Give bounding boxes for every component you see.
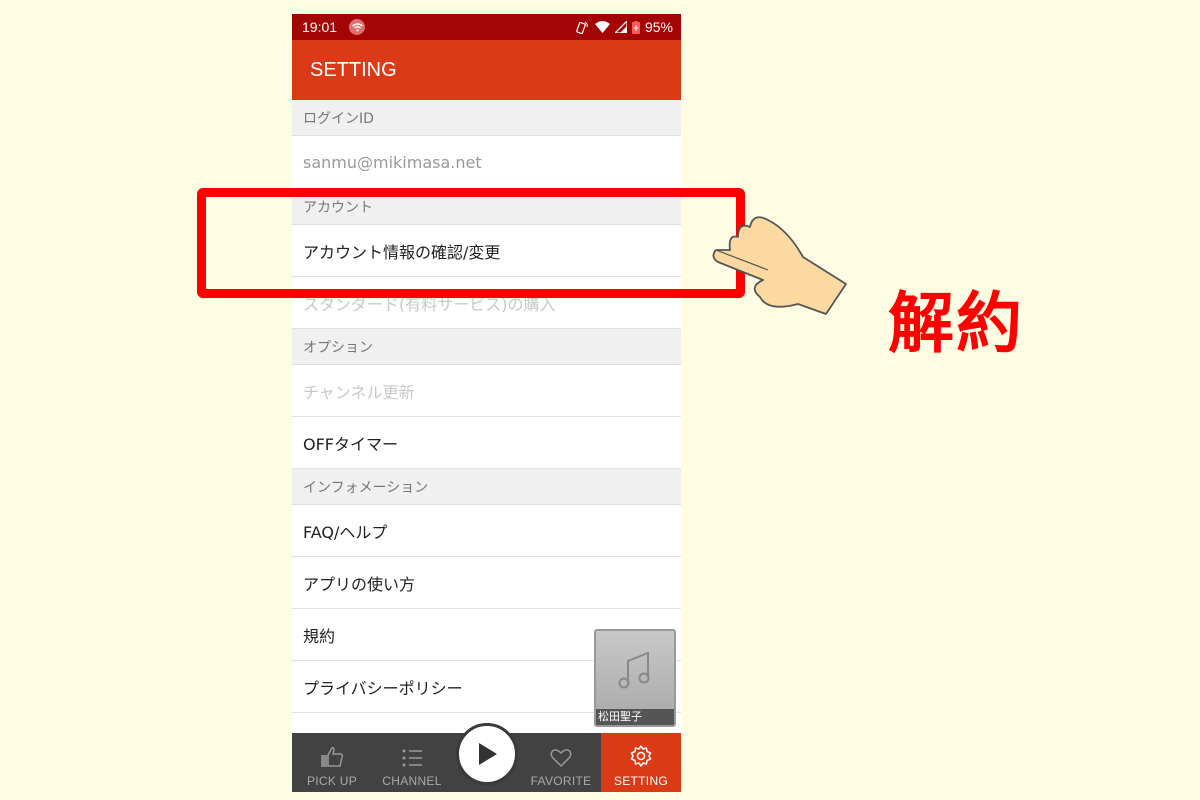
channel-update-item[interactable]: チャンネル更新 — [292, 365, 681, 417]
phone-screen: 19:01 95% SETTING ログインID sanmu@mikimasa.… — [292, 14, 681, 792]
nav-setting[interactable]: SETTING — [601, 733, 681, 792]
battery-percent: 95% — [644, 19, 673, 35]
section-header-option: オプション — [292, 329, 681, 365]
bottom-nav: PICK UP CHANNEL FAVORITE SETTING — [292, 723, 681, 792]
nfc-icon — [576, 21, 588, 34]
callout-text: 解約 — [888, 285, 1024, 362]
section-header-information: インフォメーション — [292, 469, 681, 505]
off-timer-item[interactable]: OFFタイマー — [292, 417, 681, 469]
play-button[interactable] — [456, 723, 518, 785]
hotspot-icon — [349, 19, 366, 35]
signal-icon — [614, 21, 627, 33]
nav-label: FAVORITE — [530, 774, 592, 788]
nav-favorite[interactable]: FAVORITE — [521, 733, 601, 792]
pointing-hand-icon — [712, 216, 847, 315]
faq-help-item[interactable]: FAQ/ヘルプ — [292, 505, 681, 557]
music-note-icon — [618, 651, 650, 689]
list-icon — [402, 749, 422, 767]
app-bar: SETTING — [292, 40, 681, 100]
play-icon — [479, 743, 497, 765]
wifi-icon — [594, 21, 610, 33]
how-to-use-item[interactable]: アプリの使い方 — [292, 557, 681, 609]
page-title: SETTING — [310, 58, 397, 81]
nav-pick-up[interactable]: PICK UP — [292, 733, 372, 792]
heart-icon — [550, 749, 572, 768]
status-time: 19:01 — [302, 19, 338, 35]
gear-icon — [630, 745, 652, 767]
section-header-login: ログインID — [292, 100, 681, 136]
nav-channel[interactable]: CHANNEL — [372, 733, 452, 792]
highlight-box — [197, 188, 745, 298]
mini-player-artist: 松田聖子 — [596, 709, 674, 725]
mini-player[interactable]: 松田聖子 — [594, 629, 676, 727]
status-bar: 19:01 95% — [292, 14, 681, 40]
login-id-value: sanmu@mikimasa.net — [292, 136, 681, 189]
battery-icon — [631, 20, 640, 34]
nav-label: CHANNEL — [382, 774, 442, 788]
nav-label: SETTING — [613, 774, 669, 788]
thumbs-up-icon — [321, 747, 344, 767]
nav-label: PICK UP — [306, 774, 358, 788]
